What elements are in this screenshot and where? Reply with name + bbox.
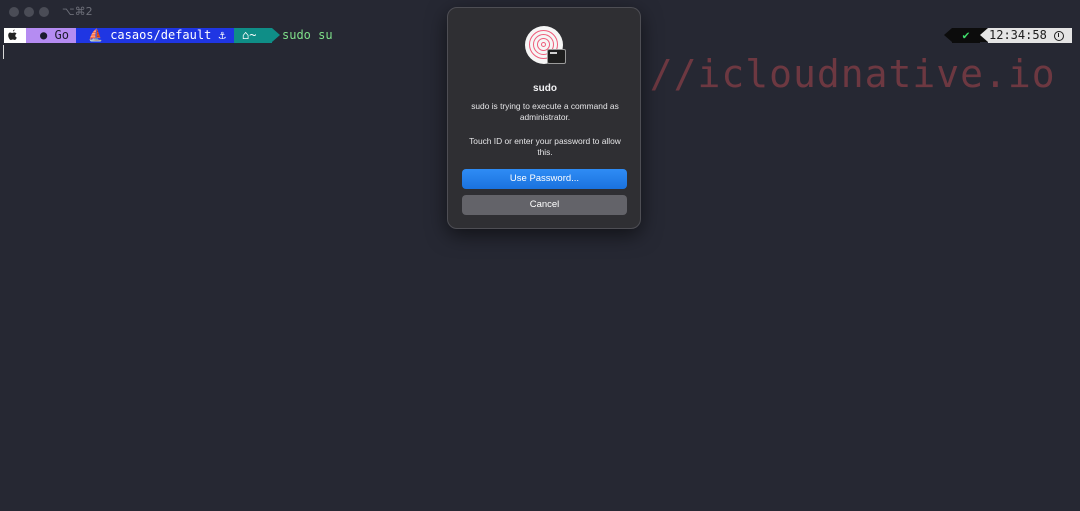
kubernetes-context-label: casaos/default	[110, 28, 212, 42]
apple-icon	[8, 29, 17, 40]
home-path-label: ~	[249, 28, 257, 42]
home-segment: ⌂~	[234, 28, 272, 43]
clock-time: 12:34:58	[989, 28, 1047, 42]
watermark-text: s://icloudnative.io	[602, 52, 1056, 96]
gopher-icon: ●	[40, 28, 48, 42]
zoom-window-button[interactable]	[39, 7, 49, 17]
minimize-window-button[interactable]	[24, 7, 34, 17]
authentication-dialog: sudo sudo is trying to execute a command…	[447, 7, 641, 229]
go-segment: ● Go	[26, 28, 76, 43]
clock-icon	[1054, 31, 1064, 41]
docker-whale-icon: ⚓	[218, 28, 226, 42]
terminal-cursor	[3, 45, 4, 59]
go-label: Go	[54, 28, 69, 42]
command-text: sudo su	[282, 28, 333, 42]
checkmark-icon: ✔	[952, 28, 980, 43]
close-window-button[interactable]	[9, 7, 19, 17]
dialog-hint: Touch ID or enter your password to allow…	[469, 136, 621, 157]
dialog-title: sudo	[533, 83, 557, 94]
sailboat-icon: ⛵	[88, 28, 103, 42]
segment-separator	[980, 28, 988, 42]
segment-separator	[944, 28, 952, 42]
use-password-button[interactable]: Use Password...	[462, 169, 627, 189]
time-segment: 12:34:58	[988, 28, 1072, 43]
terminal-app-icon	[547, 49, 566, 64]
window-title: ⌥⌘2	[62, 5, 93, 18]
segment-separator	[272, 28, 280, 42]
cancel-button[interactable]: Cancel	[462, 195, 627, 215]
kubernetes-segment: ⛵ casaos/default ⚓	[76, 28, 234, 43]
dialog-message: sudo is trying to execute a command as a…	[471, 101, 619, 122]
apple-segment	[4, 28, 26, 43]
